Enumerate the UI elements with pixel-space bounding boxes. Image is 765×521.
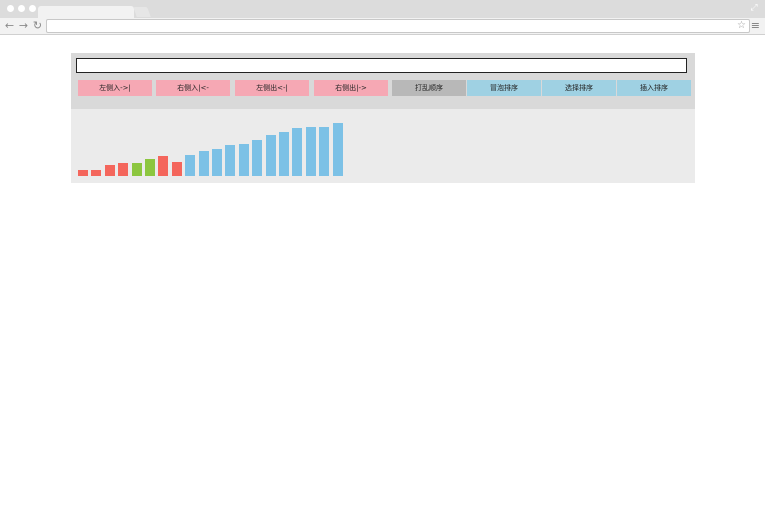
bar-chart-area xyxy=(71,109,695,183)
window-minimize-dot[interactable] xyxy=(18,5,25,12)
bar-11 xyxy=(212,149,222,176)
number-input[interactable] xyxy=(76,58,687,73)
bar-20 xyxy=(332,123,343,176)
shuffle-button[interactable]: 打乱顺序 xyxy=(392,80,466,96)
bar-2 xyxy=(91,170,102,176)
browser-titlebar: ⤢ xyxy=(0,0,765,18)
control-panel: 左侧入->| 右侧入|<- 左侧出<-| 右侧出|-> 打乱顺序 冒泡排序 选择… xyxy=(71,53,695,109)
bar-12 xyxy=(225,145,236,176)
forward-icon[interactable]: → xyxy=(18,19,29,33)
bookmark-star-icon[interactable]: ☆ xyxy=(737,19,746,32)
window-maximize-dot[interactable] xyxy=(29,5,36,12)
bar-16 xyxy=(279,132,289,176)
bar-1 xyxy=(78,170,88,176)
left-out-button[interactable]: 左侧出<-| xyxy=(235,80,309,96)
menu-icon[interactable]: ≡ xyxy=(751,19,760,33)
bar-17 xyxy=(292,128,303,176)
address-bar[interactable]: ☆ xyxy=(46,19,750,33)
browser-toolbar: ← → ↻ ☆ ≡ xyxy=(0,18,765,35)
bar-13 xyxy=(238,144,249,176)
insertion-sort-button[interactable]: 插入排序 xyxy=(617,80,691,96)
bar-3 xyxy=(104,165,115,176)
window-close-dot[interactable] xyxy=(7,5,14,12)
bar-5 xyxy=(131,163,142,176)
left-in-button[interactable]: 左侧入->| xyxy=(78,80,152,96)
bar-6 xyxy=(145,159,155,176)
bar-18 xyxy=(305,127,316,176)
reload-icon[interactable]: ↻ xyxy=(32,19,43,33)
bar-7 xyxy=(158,156,169,176)
bubble-sort-button[interactable]: 冒泡排序 xyxy=(467,80,541,96)
bar-9 xyxy=(185,155,196,176)
browser-tab[interactable] xyxy=(38,6,134,18)
back-icon[interactable]: ← xyxy=(4,19,15,33)
new-tab-button[interactable] xyxy=(133,7,151,17)
right-out-button[interactable]: 右侧出|-> xyxy=(314,80,388,96)
bar-8 xyxy=(171,162,182,176)
fullscreen-icon[interactable]: ⤢ xyxy=(749,3,759,13)
right-in-button[interactable]: 右侧入|<- xyxy=(156,80,230,96)
bar-4 xyxy=(118,163,129,176)
bar-15 xyxy=(265,135,276,176)
selection-sort-button[interactable]: 选择排序 xyxy=(542,80,616,96)
bar-19 xyxy=(319,127,330,176)
bar-10 xyxy=(198,151,209,176)
bar-14 xyxy=(252,140,263,176)
